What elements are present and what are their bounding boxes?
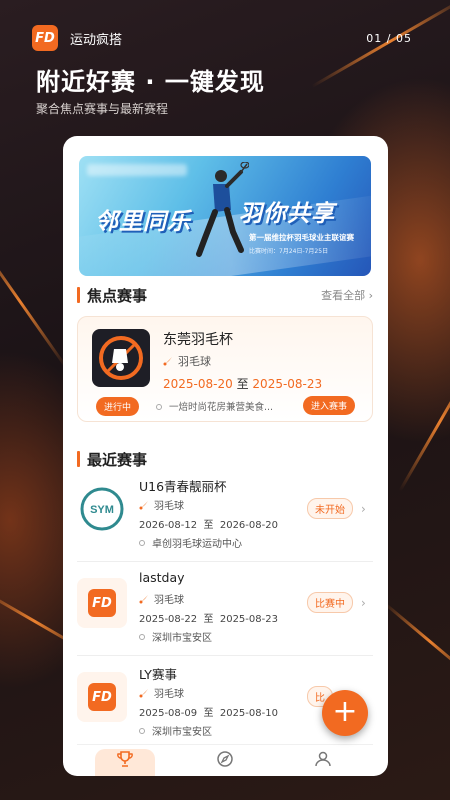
location-pin-icon (139, 539, 145, 546)
event-venue: 卓创羽毛球运动中心 (139, 535, 242, 550)
event-name: lastday (139, 570, 185, 585)
event-dates: 2025-08-22 至 2025-08-23 (139, 614, 278, 625)
promo-banner[interactable]: 邻里同乐 羽你共享 第一届维拉杯羽毛球业主联谊赛 比赛时间：7月24日-7月25… (79, 156, 371, 276)
featured-event-card[interactable]: 东莞羽毛杯 羽毛球 2025-08-20 至 2025-08-23 进行中 一焙… (77, 316, 373, 422)
event-name: 东莞羽毛杯 (163, 332, 233, 348)
app-logo: FD (32, 25, 58, 51)
section-title: 焦点赛事 (87, 286, 148, 305)
subline: 聚合焦点赛事与最新赛程 (36, 102, 169, 116)
banner-dates: 比赛时间：7月24日-7月25日 (249, 248, 329, 255)
banner-blurred-logo (87, 164, 187, 176)
event-sport: 羽毛球 (139, 685, 184, 700)
featured-section-header: 焦点赛事 查看全部 › (77, 284, 373, 306)
banner-slogan-right: 羽你共享 (239, 201, 335, 227)
event-venue: 深圳市宝安区 (139, 723, 212, 738)
chevron-right-icon: › (361, 502, 366, 516)
tab-profile[interactable] (293, 749, 353, 776)
status-badge: 比赛中 (307, 592, 353, 613)
list-item[interactable]: SYM U16青春靓丽杯 羽毛球 2026-08-12 至 2026-08-20… (77, 476, 373, 562)
status-badge: 进行中 (96, 397, 140, 416)
section-title: 最近赛事 (87, 450, 148, 469)
recent-section-header: 最近赛事 (77, 448, 373, 470)
headline: 附近好赛 · 一键发现 (36, 68, 265, 96)
event-name: LY赛事 (139, 667, 177, 682)
event-logo: SYM (77, 484, 127, 534)
tab-events[interactable] (95, 749, 155, 776)
location-pin-icon (156, 404, 162, 410)
event-sport: 羽毛球 (139, 591, 184, 606)
add-event-button[interactable]: + (322, 690, 368, 736)
enter-event-button[interactable]: 进入赛事 (303, 396, 356, 415)
event-dates: 2025-08-09 至 2025-08-10 (139, 708, 278, 719)
tab-discover[interactable] (195, 749, 255, 776)
trophy-icon (117, 751, 133, 767)
banner-slogan-left: 邻里同乐 (95, 209, 191, 235)
banner-event-name: 第一届维拉杯羽毛球业主联谊赛 (249, 233, 354, 242)
top-bar: FD 运动疯搭 01 / 05 (32, 24, 412, 52)
phone-preview: 邻里同乐 羽你共享 第一届维拉杯羽毛球业主联谊赛 比赛时间：7月24日-7月25… (63, 136, 388, 776)
user-icon (315, 751, 331, 767)
location-pin-icon (139, 727, 145, 734)
event-name: U16青春靓丽杯 (139, 479, 227, 494)
shuttlecock-icon (139, 500, 148, 509)
bottom-tab-bar (77, 744, 373, 776)
shuttlecock-icon (139, 594, 148, 603)
event-logo: FD (77, 578, 127, 628)
chevron-right-icon: › (361, 596, 366, 610)
status-badge: 未开始 (307, 498, 353, 519)
compass-icon (217, 751, 233, 767)
location-pin-icon (139, 633, 145, 640)
event-dates: 2026-08-12 至 2026-08-20 (139, 520, 278, 531)
app-name: 运动疯搭 (70, 32, 123, 48)
shuttlecock-icon (163, 357, 172, 366)
event-venue: 深圳市宝安区 (139, 629, 212, 644)
list-item[interactable]: FD lastday 羽毛球 2025-08-22 至 2025-08-23 深… (77, 570, 373, 656)
event-dates: 2025-08-20 至 2025-08-23 (163, 377, 323, 391)
event-logo (92, 329, 150, 387)
see-all-link[interactable]: 查看全部 › (321, 287, 373, 303)
page-indicator: 01 / 05 (366, 31, 412, 45)
event-sport: 羽毛球 (163, 353, 211, 369)
event-sport: 羽毛球 (139, 497, 184, 512)
event-venue: 一焙时尚花房兼营美食... (156, 399, 298, 413)
shuttlecock-icon (139, 688, 148, 697)
event-logo: FD (77, 672, 127, 722)
svg-text:SYM: SYM (90, 504, 114, 516)
